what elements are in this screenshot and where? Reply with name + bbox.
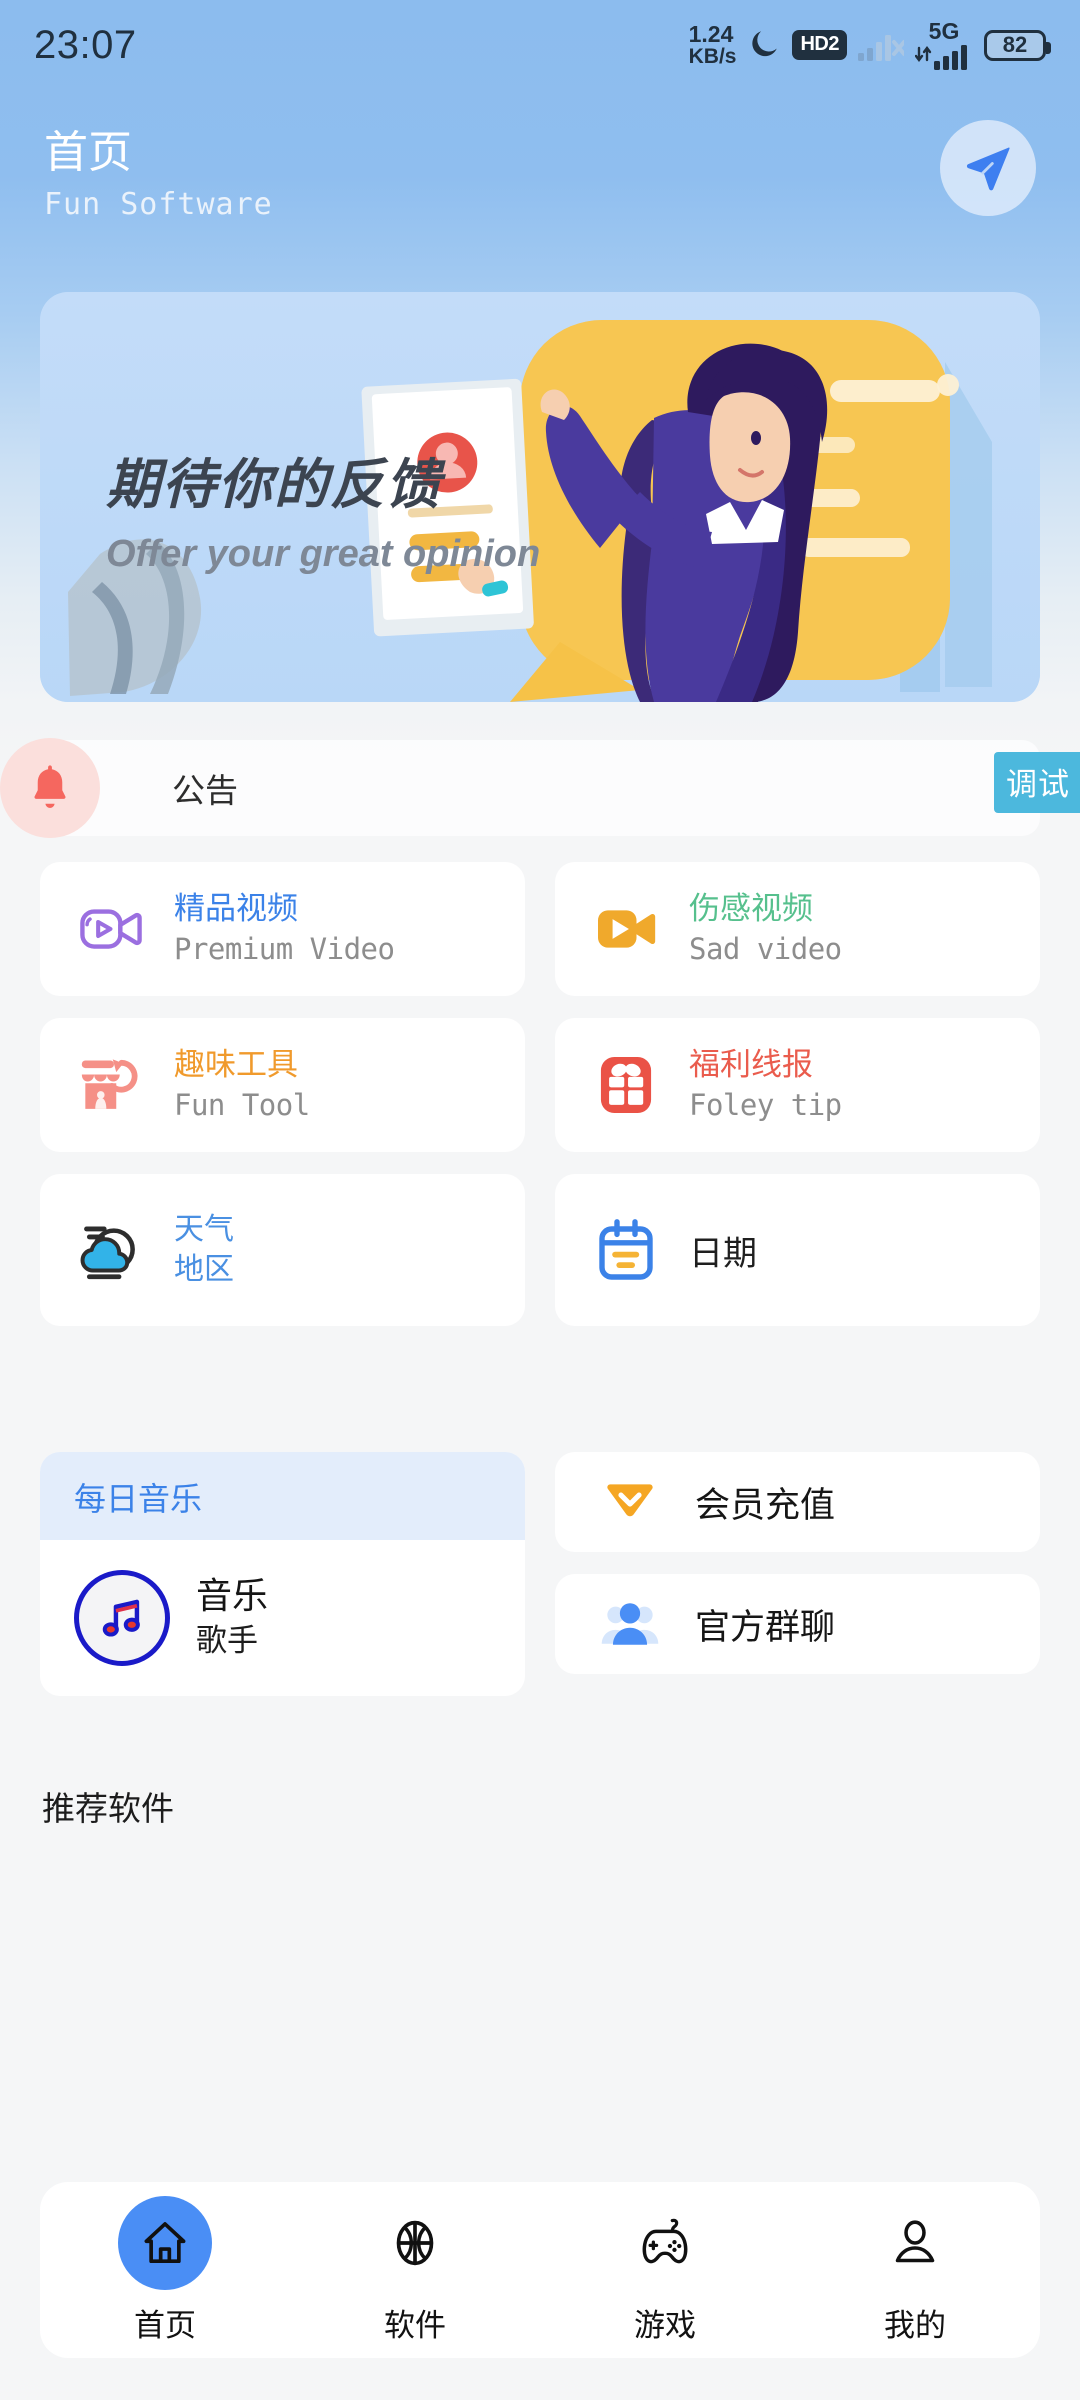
banner-title: 期待你的反馈 xyxy=(106,455,442,515)
quick-link-label: 会员充值 xyxy=(695,1485,836,1525)
music-note-icon xyxy=(74,1570,170,1666)
bell-icon xyxy=(34,765,66,808)
nav-item-home[interactable]: 首页 xyxy=(75,2195,255,2345)
nav-label: 我的 xyxy=(884,2307,946,2343)
grid-row: 精品视频 Premium Video 伤感视频 Sad video xyxy=(40,862,1040,996)
lower-section: 每日音乐 音乐 歌手 会员充值 官方群聊 xyxy=(40,1452,1040,1696)
signal-strength-icon xyxy=(915,45,967,70)
app-header: 首页 Fun Software xyxy=(0,118,1080,258)
nav-item-software[interactable]: 软件 xyxy=(325,2196,505,2345)
cloud-icon xyxy=(74,1213,148,1287)
grid-card-welfare-tip[interactable]: 福利线报 Foley tip xyxy=(555,1018,1040,1152)
network-gen-label: 5G xyxy=(928,18,960,44)
banner-subtitle: Offer your great opinion xyxy=(106,533,541,575)
battery-level-label: 82 xyxy=(1002,32,1028,57)
bottom-navigation: 首页 软件 游戏 我的 xyxy=(40,2182,1040,2358)
page-title: 首页 xyxy=(44,128,132,177)
grid-card-premium-video[interactable]: 精品视频 Premium Video xyxy=(40,862,525,996)
grid-card-title: 精品视频 xyxy=(174,890,298,926)
nav-label: 软件 xyxy=(384,2307,446,2343)
app-header-titles: 首页 Fun Software xyxy=(44,118,273,222)
video-camera-filled-icon xyxy=(589,892,663,966)
video-camera-outline-icon xyxy=(74,892,148,966)
grid-card-subtitle: Sad video xyxy=(689,931,842,966)
music-artist: 歌手 xyxy=(196,1623,258,1659)
daily-music-card[interactable]: 每日音乐 音乐 歌手 xyxy=(40,1452,525,1696)
announcement-label: 公告 xyxy=(172,772,238,809)
hd-badge-icon: HD2 xyxy=(792,30,847,60)
gamepad-icon xyxy=(618,2196,712,2290)
grid-card-subtitle: Fun Tool xyxy=(174,1087,310,1122)
nav-label: 首页 xyxy=(134,2307,196,2343)
home-icon xyxy=(118,2195,212,2290)
grid-card-title: 伤感视频 xyxy=(689,890,813,926)
daily-music-title: 每日音乐 xyxy=(40,1452,525,1540)
grid-row: 趣味工具 Fun Tool 福利线报 Foley tip xyxy=(40,1018,1040,1152)
grid-row: 天气 地区 日期 xyxy=(40,1174,1040,1326)
basketball-icon xyxy=(368,2196,462,2290)
nav-item-games[interactable]: 游戏 xyxy=(575,2196,755,2345)
music-track-row[interactable]: 音乐 歌手 xyxy=(40,1540,525,1696)
nav-label: 游戏 xyxy=(634,2307,696,2343)
grid-card-date[interactable]: 日期 xyxy=(555,1174,1040,1326)
diamond-icon xyxy=(593,1465,667,1539)
status-icons: 1.24 KB/s HD2 5G 82 xyxy=(688,20,1051,70)
network-speed-indicator: 1.24 KB/s xyxy=(688,21,737,68)
recommended-software-title: 推荐软件 xyxy=(42,1790,174,1827)
store-refresh-icon xyxy=(74,1048,148,1122)
weather-line-1: 天气 xyxy=(174,1213,234,1247)
grid-card-title: 趣味工具 xyxy=(174,1046,298,1082)
send-icon xyxy=(966,147,1010,191)
person-icon xyxy=(868,2196,962,2290)
app-root: 23:07 1.24 KB/s HD2 5G 82 首页 Fun Softwar… xyxy=(0,0,1080,2400)
grid-card-sad-video[interactable]: 伤感视频 Sad video xyxy=(555,862,1040,996)
calendar-icon xyxy=(589,1213,663,1287)
music-labels: 音乐 歌手 xyxy=(196,1574,268,1662)
send-button[interactable] xyxy=(940,120,1036,216)
date-label: 日期 xyxy=(689,1234,757,1273)
group-people-icon xyxy=(593,1587,667,1661)
nav-item-profile[interactable]: 我的 xyxy=(825,2196,1005,2345)
debug-badge[interactable]: 调试 xyxy=(994,752,1080,813)
feature-grid: 精品视频 Premium Video 伤感视频 Sad video 趣味工具 F… xyxy=(40,862,1040,1348)
moon-icon xyxy=(752,31,778,57)
grid-card-title: 福利线报 xyxy=(689,1046,813,1082)
quick-link-label: 官方群聊 xyxy=(695,1607,836,1647)
quick-link-official-group[interactable]: 官方群聊 xyxy=(555,1574,1040,1674)
signal-bars-crossed-icon xyxy=(858,35,904,61)
grid-card-labels: 日期 xyxy=(689,1226,757,1275)
status-bar: 23:07 1.24 KB/s HD2 5G 82 xyxy=(0,0,1080,90)
grid-card-fun-tool[interactable]: 趣味工具 Fun Tool xyxy=(40,1018,525,1152)
grid-card-labels: 伤感视频 Sad video xyxy=(689,890,842,969)
grid-card-labels: 精品视频 Premium Video xyxy=(174,890,395,969)
gift-icon xyxy=(589,1048,663,1122)
promo-banner[interactable]: 期待你的反馈 Offer your great opinion xyxy=(40,292,1040,702)
announcement-bar[interactable]: 公告 xyxy=(40,740,1040,836)
grid-card-weather[interactable]: 天气 地区 xyxy=(40,1174,525,1326)
network-speed-unit: KB/s xyxy=(688,45,737,68)
grid-card-labels: 福利线报 Foley tip xyxy=(689,1046,842,1125)
weather-line-2: 地区 xyxy=(174,1253,234,1286)
quick-link-vip-recharge[interactable]: 会员充值 xyxy=(555,1452,1040,1552)
banner-text: 期待你的反馈 Offer your great opinion xyxy=(106,440,540,576)
network-speed-value: 1.24 xyxy=(688,21,734,47)
status-time: 23:07 xyxy=(34,22,137,67)
grid-card-subtitle: Foley tip xyxy=(689,1087,842,1122)
mobile-data-indicator: 5G xyxy=(915,20,973,70)
announcement-icon-wrap xyxy=(0,738,100,838)
battery-indicator: 82 xyxy=(984,29,1051,61)
quick-links: 会员充值 官方群聊 xyxy=(555,1452,1040,1696)
music-name: 音乐 xyxy=(196,1574,269,1616)
grid-card-labels: 天气 地区 xyxy=(174,1210,234,1290)
grid-card-subtitle: Premium Video xyxy=(174,931,395,966)
grid-card-labels: 趣味工具 Fun Tool xyxy=(174,1046,310,1125)
page-subtitle: Fun Software xyxy=(44,186,273,222)
